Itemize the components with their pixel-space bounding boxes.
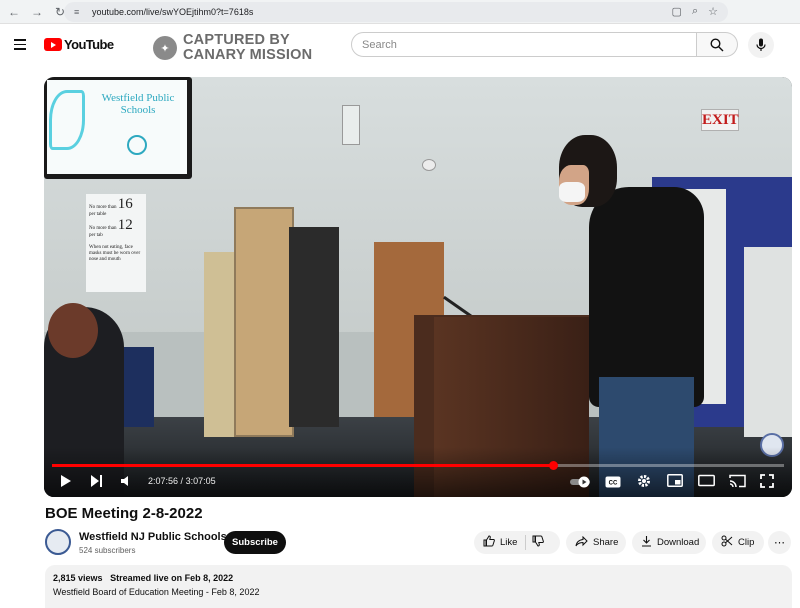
time-current: 2:07:56 [148,476,179,486]
seated-person-head [48,303,98,358]
youtube-header: YouTube ✦ CAPTURED BY CANARY MISSION Sea… [0,24,800,72]
stream-date: Streamed live on Feb 8, 2022 [110,573,234,583]
next-icon[interactable] [90,474,103,492]
subscriber-count: 524 subscribers [79,546,136,555]
scissors-icon [721,535,733,550]
like-label[interactable]: Like [500,537,517,548]
theater-mode-icon[interactable] [698,474,715,491]
tv-display-title: Westfield Public Schools [101,92,175,116]
wall-speaker [342,105,360,145]
more-actions-icon[interactable]: ⋯ [768,531,791,554]
watermark-line2: CANARY MISSION [183,47,313,63]
player-controls: 2:07:56 / 3:07:05 CC [44,470,792,494]
wall-poster: No more than 16 per table No more than 1… [86,194,146,292]
thumbs-down-icon[interactable] [532,535,545,550]
time-display: 2:07:56 / 3:07:05 [148,476,216,486]
download-button[interactable]: Download [632,531,706,554]
back-arrow-icon[interactable]: ← [5,3,23,21]
browser-toolbar: ← → ↻ ≡ youtube.com/live/swYOEjtihm0?t=7… [0,0,800,24]
search-button[interactable] [697,32,738,57]
description-text: Westfield Board of Education Meeting - F… [53,587,260,597]
bookmark-star-icon[interactable]: ☆ [708,5,718,18]
face-mask [559,182,585,202]
voice-search-button[interactable] [748,32,774,58]
share-button[interactable]: Share [566,531,626,554]
share-label: Share [593,537,619,548]
progress-played [52,464,554,467]
folded-table [234,207,294,437]
exit-sign: EXIT [701,109,739,131]
chair [124,347,154,427]
youtube-logo-text: YouTube [64,37,114,52]
like-divider [525,535,527,550]
school-logo-graphic [49,90,85,150]
subscribe-button[interactable]: Subscribe [224,531,286,554]
clip-label: Clip [738,537,755,548]
clip-button[interactable]: Clip [712,531,764,554]
youtube-logo[interactable]: YouTube [44,37,114,52]
subtitles-icon[interactable]: CC [605,476,621,492]
forward-arrow-icon[interactable]: → [28,3,46,21]
open-in-app-icon[interactable]: ▢ [672,5,682,18]
like-dislike-group: Like [474,531,560,554]
settings-gear-icon[interactable] [637,474,651,492]
view-count: 2,815 views [53,573,103,583]
search-icon [710,37,724,51]
description-box[interactable]: 2,815 views Streamed live on Feb 8, 2022… [45,565,792,608]
time-total: 3:07:05 [185,476,216,486]
school-seal-graphic [127,135,147,155]
speaker-person [589,187,704,407]
folded-table [289,227,339,427]
autoplay-toggle-icon[interactable] [570,476,592,492]
zoom-icon[interactable]: ⌕ [692,5,698,18]
miniplayer-icon[interactable] [667,474,683,491]
play-icon[interactable] [60,474,72,492]
security-camera [422,159,436,171]
microphone-icon [756,38,766,51]
canary-bird-icon: ✦ [153,36,177,60]
cast-icon[interactable] [729,474,746,492]
download-icon [641,535,652,550]
thumbs-up-icon[interactable] [483,535,495,550]
video-player[interactable]: Westfield Public Schools No more than 16… [44,77,792,497]
fullscreen-icon[interactable] [760,474,774,492]
search-placeholder: Search [362,38,397,51]
video-title: BOE Meeting 2-8-2022 [45,505,203,522]
url-text: youtube.com/live/swYOEjtihm0?t=7618s [92,7,254,17]
share-arrow-icon [575,535,588,550]
download-label: Download [657,537,700,548]
search-input[interactable]: Search [351,32,697,57]
site-settings-icon[interactable]: ≡ [74,7,84,17]
progress-bar[interactable] [52,461,784,470]
volume-icon[interactable] [120,474,132,492]
menu-icon[interactable] [14,39,26,50]
youtube-play-icon [44,38,62,51]
folded-table [204,252,234,437]
address-bar[interactable]: ≡ youtube.com/live/swYOEjtihm0?t=7618s [64,2,728,22]
canary-mission-watermark: ✦ CAPTURED BY CANARY MISSION [153,33,312,63]
watermark-line1: CAPTURED BY [183,32,290,48]
channel-avatar[interactable] [45,529,71,555]
tv-display: Westfield Public Schools [44,77,192,179]
door-right [744,247,792,437]
svg-text:CC: CC [609,481,618,487]
time-separator: / [180,476,184,486]
channel-name[interactable]: Westfield NJ Public Schools [79,531,227,543]
